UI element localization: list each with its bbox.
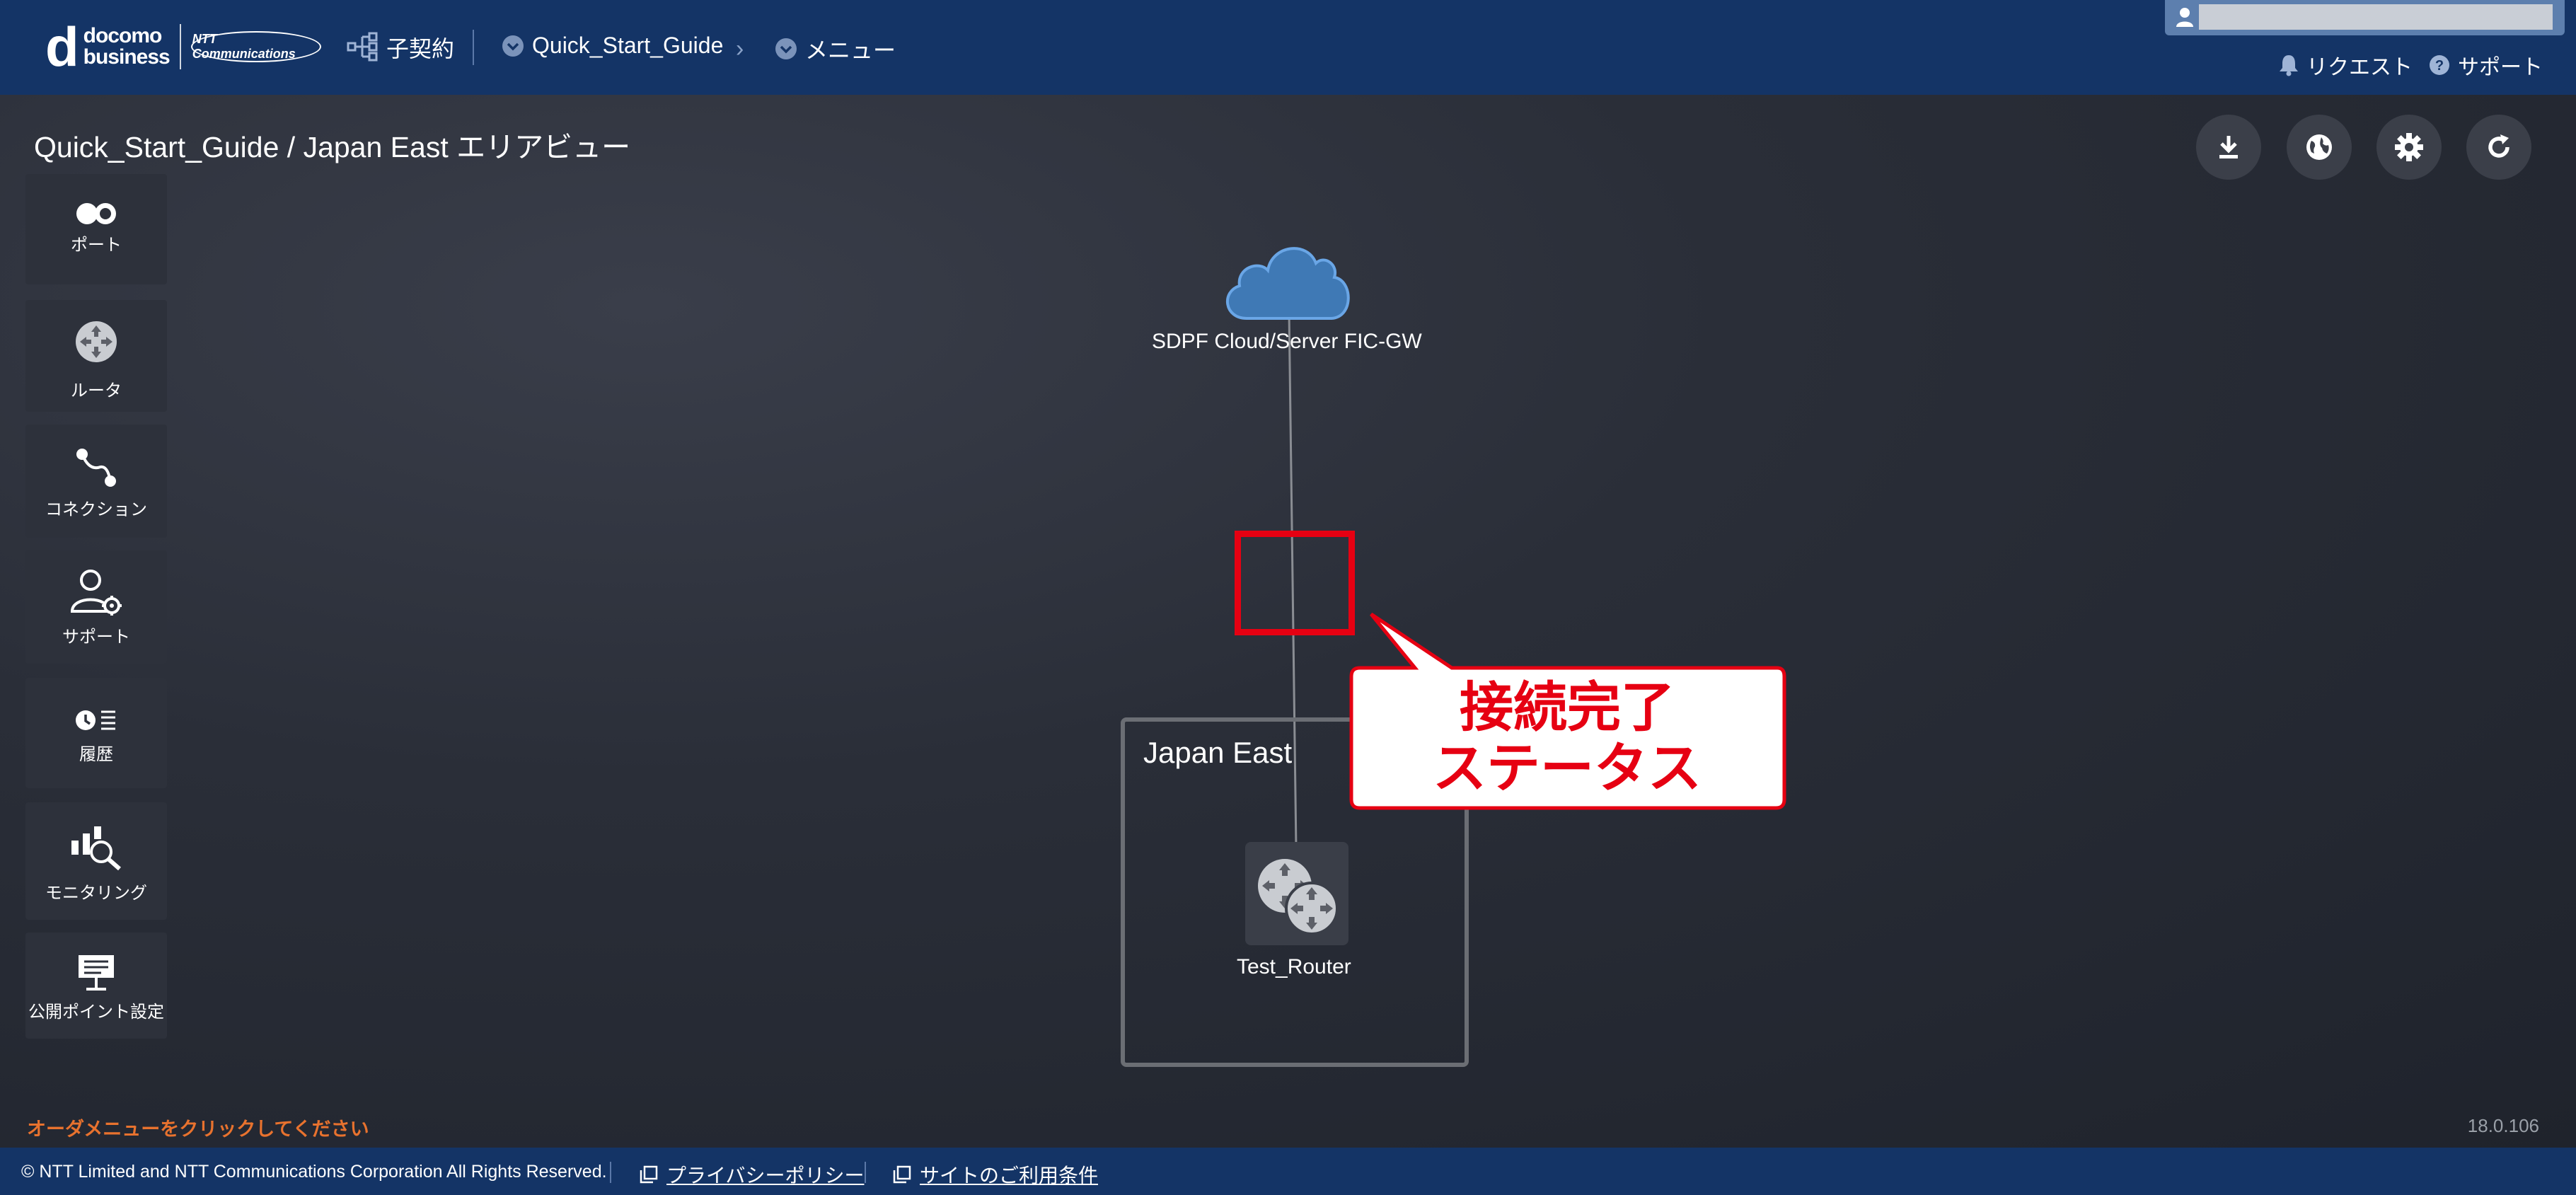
globe-button[interactable] <box>2287 115 2352 180</box>
chevron-circle-icon <box>502 35 524 57</box>
download-button[interactable] <box>2196 115 2261 180</box>
area-title: Japan East <box>1143 736 1293 769</box>
logo-line2: business <box>83 45 171 69</box>
sidebar-item-label: 公開ポイント設定 <box>28 1003 164 1022</box>
footer-divider <box>610 1162 611 1183</box>
sidebar-item-label: ポート <box>71 236 122 255</box>
sidebar-item-router[interactable]: ルータ <box>25 300 167 412</box>
help-icon: ? <box>2430 55 2449 75</box>
footer: © NTT Limited and NTT Communications Cor… <box>0 1148 2576 1195</box>
sidebar-item-label: コネクション <box>45 500 147 519</box>
request-label: リクエスト <box>2306 56 2413 79</box>
router-node-label: Test_Router <box>1237 955 1351 978</box>
sidebar-item-monitoring[interactable]: モニタリング <box>25 802 167 920</box>
support-link[interactable]: ? サポート <box>2428 50 2543 81</box>
top-header: d docomo business NTT Communications 子契約… <box>0 0 2576 95</box>
user-icon <box>2176 8 2193 27</box>
chevron-circle-icon <box>775 38 797 59</box>
sidebar-item-label: サポート <box>62 628 130 647</box>
support-label: サポート <box>2458 56 2543 79</box>
gear-icon <box>2395 133 2423 161</box>
breadcrumb-item-project[interactable]: Quick_Start_Guide <box>501 33 723 59</box>
logo-mark: d <box>45 16 79 78</box>
sidebar-item-connection[interactable]: コネクション <box>25 425 167 538</box>
public-point-icon <box>79 955 114 991</box>
refresh-button[interactable] <box>2466 115 2531 180</box>
hierarchy-icon <box>347 32 378 62</box>
version-text: 18.0.106 <box>2467 1115 2539 1136</box>
settings-button[interactable] <box>2376 115 2442 180</box>
connection-icon <box>76 449 116 487</box>
copyright-text: © NTT Limited and NTT Communications Cor… <box>21 1162 607 1182</box>
breadcrumb-menu-label: メニュー <box>805 37 896 63</box>
callout-text: 接続完了 ステータス <box>1348 669 1786 808</box>
header-divider <box>473 30 474 65</box>
sidebar-item-history[interactable]: 履歴 <box>25 678 167 788</box>
callout-line-2: ステータス <box>1433 739 1702 799</box>
globe-icon <box>2306 134 2332 160</box>
bell-icon <box>2280 55 2298 76</box>
svg-text:?: ? <box>2435 58 2444 74</box>
callout-line-1: 接続完了 <box>1460 678 1675 738</box>
ntt-logo: NTT Communications <box>190 31 321 62</box>
refresh-icon <box>2488 134 2509 158</box>
router-pair-icon <box>1258 859 1339 935</box>
request-link[interactable]: リクエスト <box>2278 50 2413 81</box>
download-icon <box>2219 136 2238 158</box>
docomo-business-logo[interactable]: d docomo business NTT Communications <box>45 16 321 78</box>
privacy-policy-link[interactable]: プライバシーポリシー <box>640 1160 864 1189</box>
logo-divider <box>179 24 181 69</box>
sidebar-item-support[interactable]: サポート <box>25 550 167 664</box>
logo-line1: docomo <box>83 24 163 47</box>
contract-menu[interactable]: 子契約 <box>347 31 454 64</box>
external-link-icon <box>640 1165 658 1184</box>
terms-of-use-link[interactable]: サイトのご利用条件 <box>893 1160 1098 1189</box>
monitoring-icon <box>71 826 121 871</box>
contract-label: 子契約 <box>386 36 455 62</box>
sidebar-item-label: モニタリング <box>45 884 147 903</box>
terms-of-use-label: サイトのご利用条件 <box>920 1165 1099 1187</box>
breadcrumb-item-menu[interactable]: メニュー <box>774 33 896 65</box>
sidebar-item-label: 履歴 <box>79 745 113 764</box>
page-title: Quick_Start_Guide / Japan East エリアビュー <box>34 131 631 163</box>
order-hint-text: オーダメニューをクリックしてください <box>27 1119 369 1140</box>
sidebar-item-port[interactable]: ポート <box>25 174 167 284</box>
privacy-policy-label: プライバシーポリシー <box>666 1165 865 1187</box>
sidebar-item-public-point[interactable]: 公開ポイント設定 <box>25 933 167 1039</box>
connection-status-highlight <box>1235 531 1355 635</box>
sidebar-item-label: ルータ <box>71 381 122 400</box>
user-account-box[interactable] <box>2165 0 2565 35</box>
breadcrumb-project-label: Quick_Start_Guide <box>532 33 724 58</box>
cloud-node-label: SDPF Cloud/Server FIC-GW <box>1152 330 1422 353</box>
breadcrumb-separator-icon: › <box>736 35 744 62</box>
history-icon <box>76 710 115 730</box>
footer-divider <box>865 1162 866 1183</box>
port-icon <box>76 203 116 224</box>
router-icon <box>76 321 117 362</box>
support-user-icon <box>70 570 122 616</box>
external-link-icon <box>893 1165 911 1184</box>
user-name-field <box>2199 4 2553 30</box>
cloud-icon[interactable] <box>1218 231 1354 323</box>
router-node[interactable] <box>1245 842 1348 945</box>
